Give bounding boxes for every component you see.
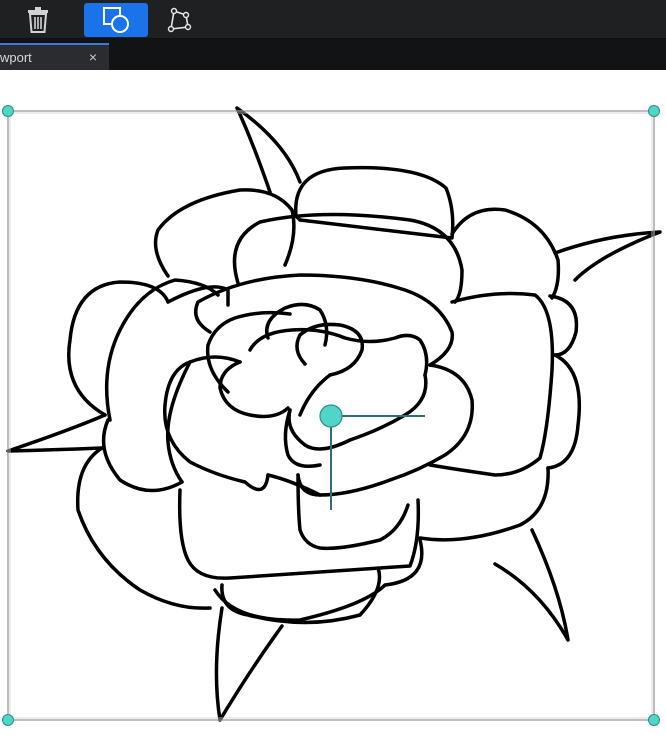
path-tool-button[interactable] (162, 3, 196, 37)
resize-handle-bottom-left[interactable] (2, 714, 14, 726)
resize-handle-top-left[interactable] (2, 105, 14, 117)
tab-viewport[interactable]: wport × (0, 43, 109, 70)
delete-tool-button[interactable] (20, 3, 56, 37)
shapes-icon (103, 7, 129, 33)
vector-path-icon (167, 7, 192, 33)
tab-viewport-label: wport (0, 50, 32, 65)
close-icon[interactable]: × (89, 47, 97, 67)
trash-icon (28, 7, 48, 33)
canvas-viewport[interactable] (0, 70, 666, 737)
resize-handle-top-right[interactable] (648, 105, 660, 117)
top-toolbar (0, 0, 666, 39)
gizmo-pivot-handle[interactable] (319, 404, 343, 428)
drawing-canvas[interactable] (0, 70, 666, 737)
resize-handle-bottom-right[interactable] (648, 714, 660, 726)
tab-bar: wport × (0, 39, 666, 70)
shapes-tool-button[interactable] (84, 3, 148, 37)
